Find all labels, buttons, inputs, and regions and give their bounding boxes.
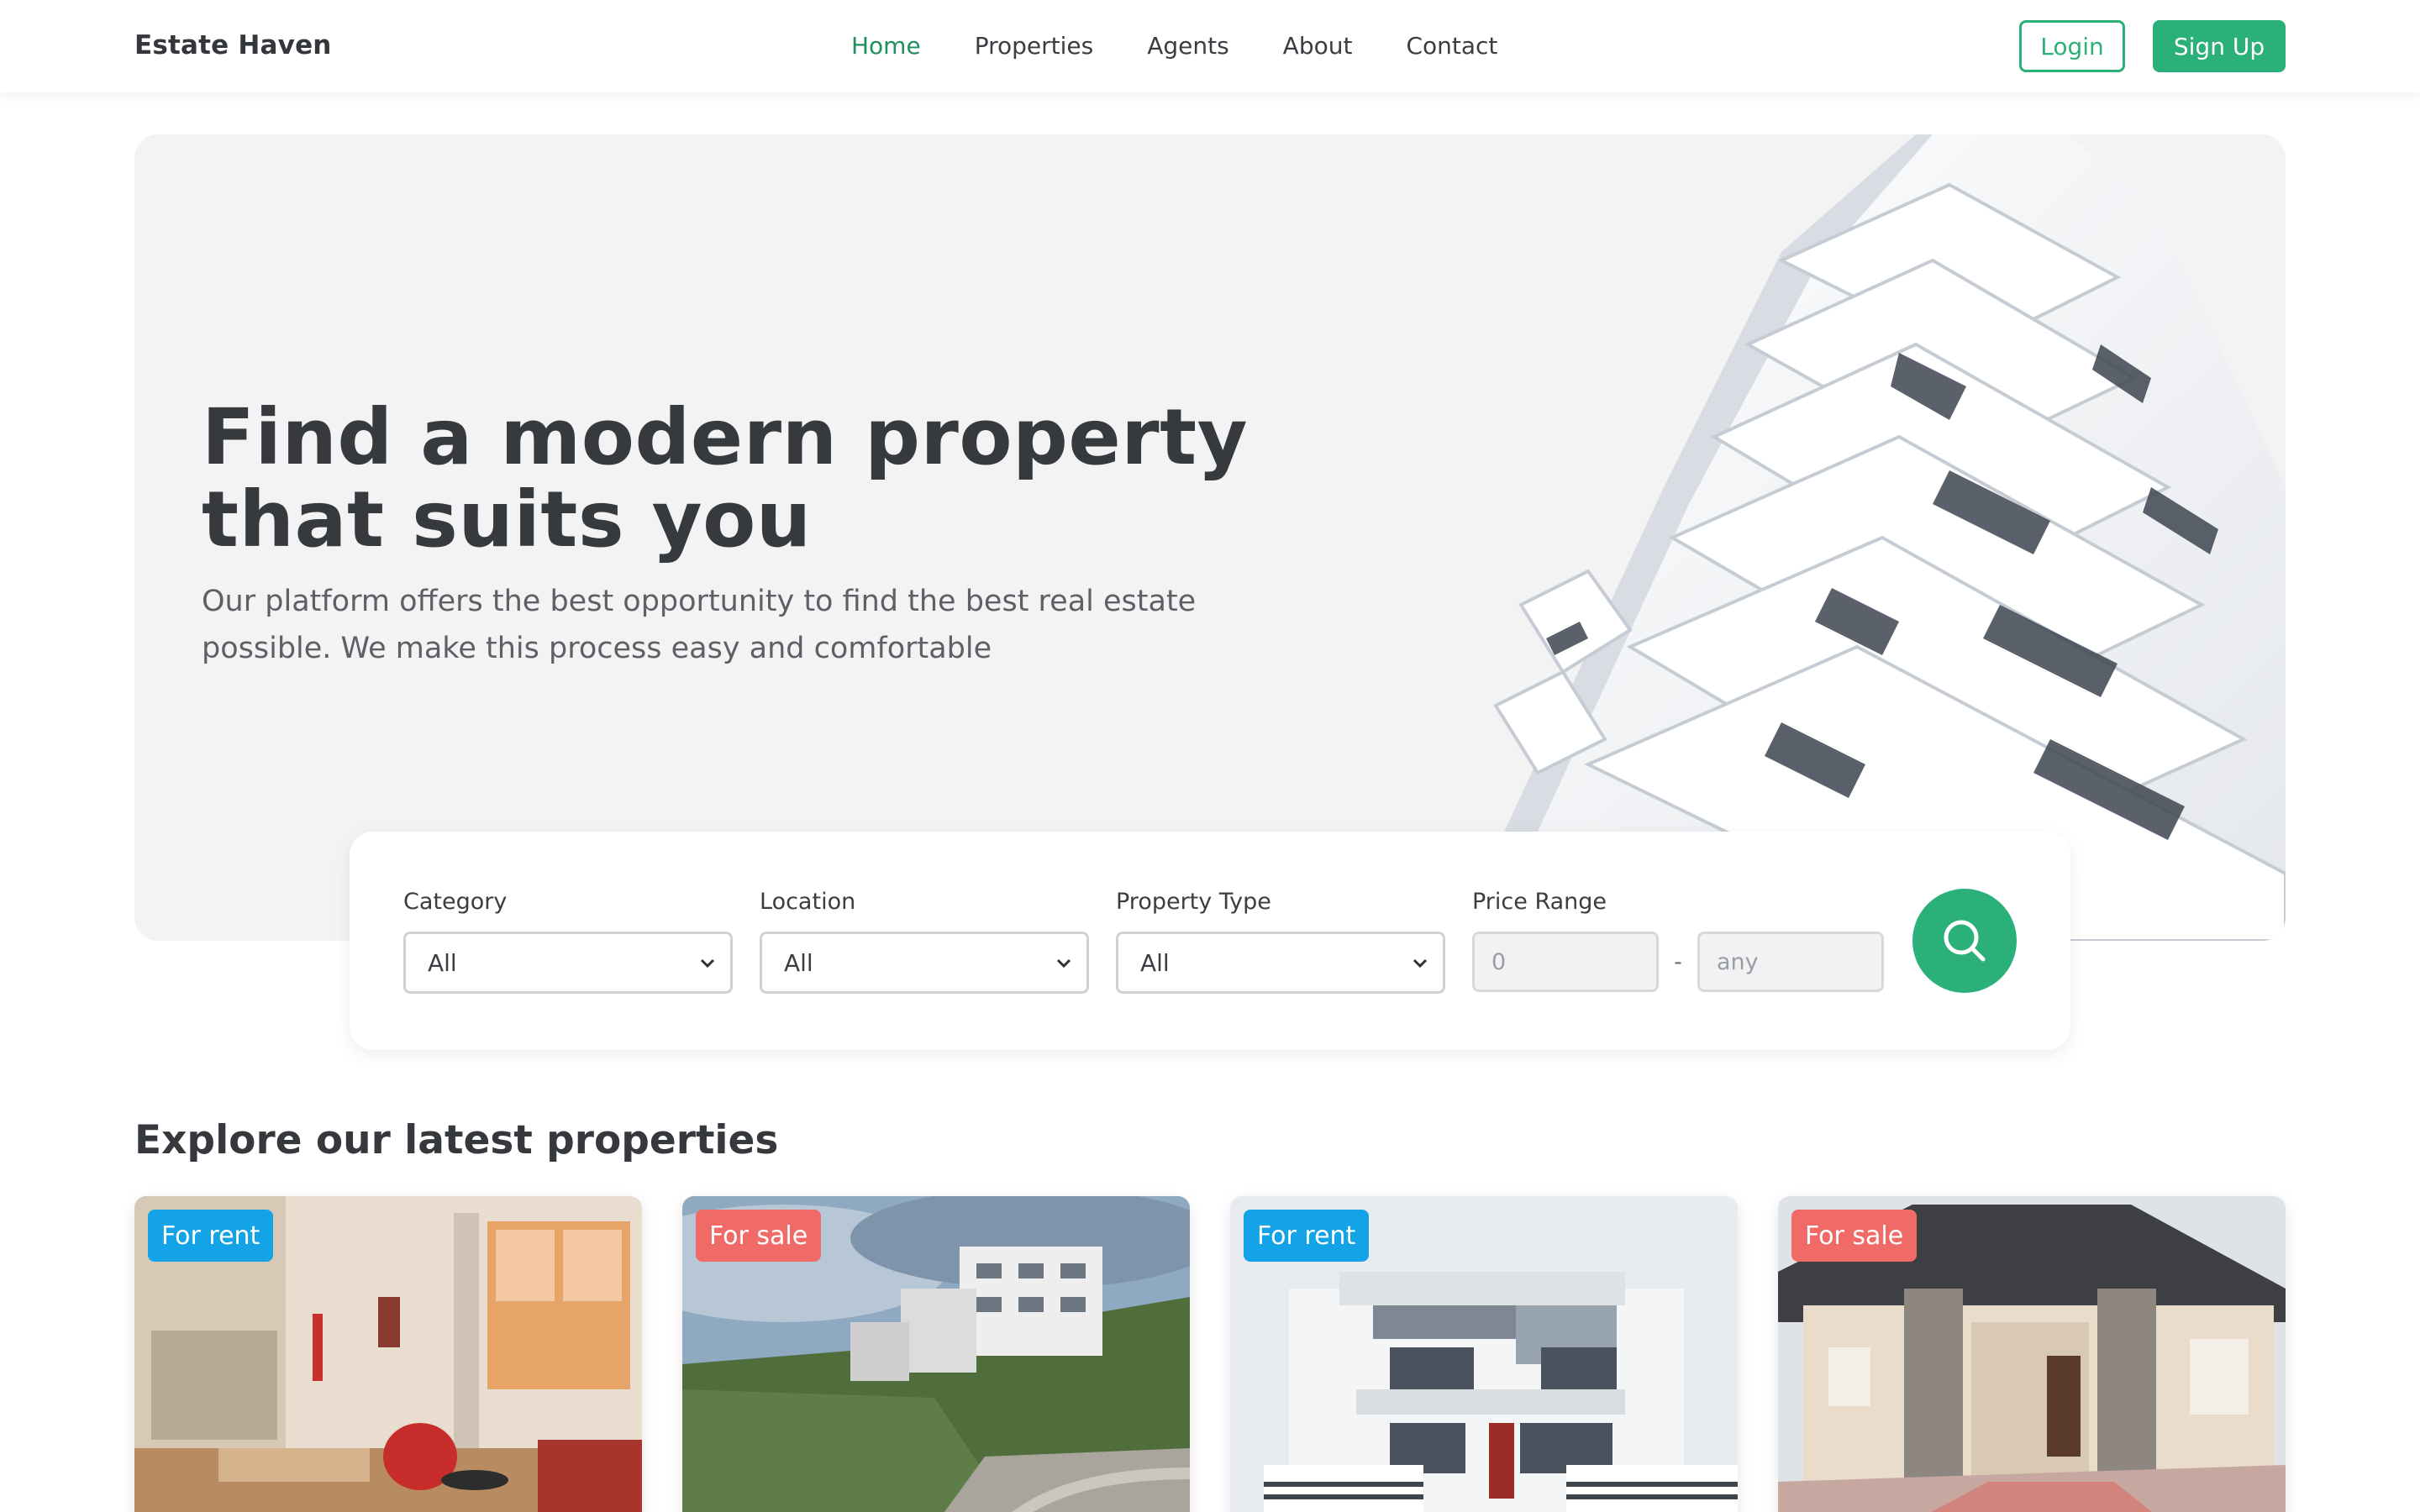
price-range-label: Price Range (1472, 889, 1607, 915)
login-button[interactable]: Login (2019, 20, 2125, 72)
property-card[interactable]: For rent (134, 1196, 642, 1512)
category-label: Category (403, 889, 508, 915)
nav-home[interactable]: Home (851, 32, 921, 60)
location-select[interactable]: All (760, 932, 1089, 994)
hero-banner: Find a modern property that suits you Ou… (134, 134, 2286, 941)
category-value: All (428, 948, 457, 977)
search-icon (1944, 920, 1986, 962)
property-type-field: Property Type All (1116, 889, 1445, 994)
chevron-down-icon (700, 958, 715, 969)
category-select[interactable]: All (403, 932, 733, 994)
nav-agents[interactable]: Agents (1147, 32, 1228, 60)
nav-contact[interactable]: Contact (1406, 32, 1497, 60)
latest-properties-title: Explore our latest properties (134, 1117, 779, 1163)
location-label: Location (760, 889, 856, 915)
chevron-down-icon (1056, 958, 1071, 969)
location-field: Location All (760, 889, 1089, 994)
listing-type-badge: For rent (148, 1210, 274, 1262)
price-max-input[interactable]: any (1697, 932, 1884, 992)
category-field: Category All (403, 889, 733, 994)
price-separator: - (1674, 948, 1682, 975)
nav-properties[interactable]: Properties (975, 32, 1094, 60)
listing-type-badge: For sale (1791, 1210, 1918, 1262)
property-card[interactable]: For sale (1778, 1196, 2286, 1512)
hero-building-image (1454, 134, 2286, 941)
navbar: Estate Haven Home Properties Agents Abou… (0, 0, 2420, 92)
hero-subtitle: Our platform offers the best opportunity… (202, 585, 1197, 665)
nav-about[interactable]: About (1283, 32, 1353, 60)
property-type-value: All (1140, 948, 1170, 977)
main-nav: Home Properties Agents About Contact (851, 32, 1551, 60)
brand-logo[interactable]: Estate Haven (134, 30, 332, 60)
hero-title: Find a modern property that suits you (202, 392, 1249, 564)
listing-type-badge: For sale (696, 1210, 822, 1262)
property-card[interactable]: For rent (1230, 1196, 1738, 1512)
price-range-field: Price Range 0 - any (1472, 889, 1884, 992)
property-type-label: Property Type (1116, 889, 1271, 915)
signup-button[interactable]: Sign Up (2153, 20, 2286, 72)
property-card[interactable]: For sale (682, 1196, 1190, 1512)
property-type-select[interactable]: All (1116, 932, 1445, 994)
location-value: All (784, 948, 813, 977)
price-range-inputs: 0 - any (1472, 932, 1884, 992)
price-min-input[interactable]: 0 (1472, 932, 1659, 992)
property-search-panel: Category All Location All Property Type … (350, 832, 2070, 1050)
chevron-down-icon (1413, 958, 1428, 969)
listing-type-badge: For rent (1244, 1210, 1370, 1262)
search-button[interactable] (1912, 889, 2017, 993)
